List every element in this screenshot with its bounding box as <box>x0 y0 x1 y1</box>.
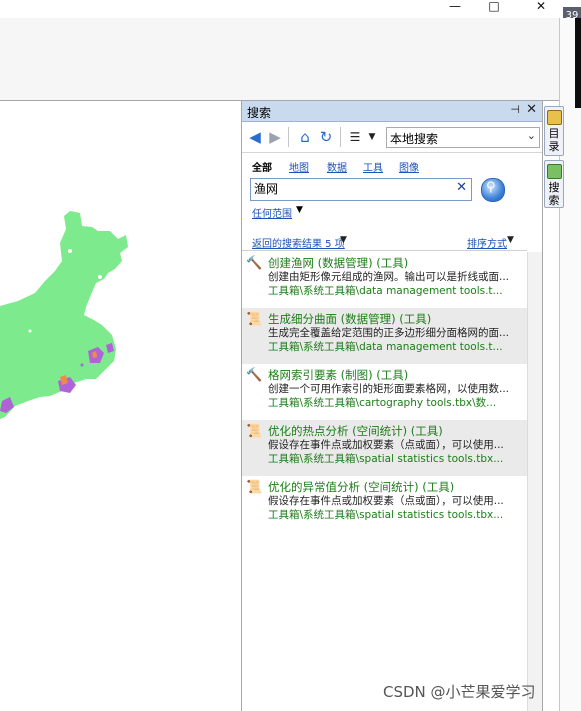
toolbar-separator <box>340 127 341 147</box>
tab-maps[interactable]: 地图 <box>289 159 309 174</box>
tab-data[interactable]: 数据 <box>327 159 347 174</box>
search-pane-titlebar: 搜索 ⊣ ✕ <box>242 101 542 122</box>
result-path: 工具箱\系统工具箱\spatial statistics tools.tbx..… <box>268 509 504 521</box>
home-icon[interactable]: ⌂ <box>296 128 314 146</box>
toolbar-area <box>0 18 560 101</box>
search-tab-icon <box>547 164 562 179</box>
scope-chevron-icon: ▼ <box>296 205 303 215</box>
results-header: 返回的搜索结果 5 项 ▼ 排序方式 ▼ <box>242 232 527 251</box>
forward-arrow-icon[interactable]: ▶ <box>266 128 284 146</box>
script-tool-icon: 📜 <box>246 480 263 495</box>
tab-images[interactable]: 图像 <box>399 159 419 174</box>
search-toolbar: ◀ ▶ ⌂ ↻ ☰ ▼ 本地搜索 ⌄ <box>242 122 542 153</box>
map-canvas <box>0 211 128 419</box>
result-path: 工具箱\系统工具箱\spatial statistics tools.tbx..… <box>268 453 504 465</box>
edge-strip <box>575 18 581 108</box>
result-path: 工具箱\系统工具箱\cartography tools.tbx\数... <box>268 397 497 409</box>
chevron-down-icon: ⌄ <box>526 129 536 142</box>
search-go-button[interactable]: ⚲ <box>481 178 505 202</box>
result-description: 假设存在事件点或加权要素（点或面），可以使用... <box>268 439 504 451</box>
map-speck-1 <box>68 249 72 253</box>
results-list: 🔨 创建渔网 (数据管理) (工具) 创建由矩形像元组成的渔网。输出可以是折线或… <box>242 252 527 532</box>
back-arrow-icon[interactable]: ◀ <box>246 128 264 146</box>
results-count-link[interactable]: 返回的搜索结果 5 项 <box>252 235 345 250</box>
minimize-button[interactable]: — <box>440 0 470 14</box>
result-item[interactable]: 🔨 创建渔网 (数据管理) (工具) 创建由矩形像元组成的渔网。输出可以是折线或… <box>242 252 527 308</box>
result-item[interactable]: 🔨 格网索引要素 (制图) (工具) 创建一个可用作索引的矩形面要素格网，以使用… <box>242 364 527 420</box>
sort-chevron-icon[interactable]: ▼ <box>507 235 514 245</box>
toolbar-separator <box>288 127 289 147</box>
window-titlebar: — □ ✕ <box>0 0 581 14</box>
result-description: 假设存在事件点或加权要素（点或面），可以使用... <box>268 495 504 507</box>
result-path: 工具箱\系统工具箱\data management tools.t... <box>268 341 503 353</box>
search-pane: 搜索 ⊣ ✕ ◀ ▶ ⌂ ↻ ☰ ▼ 本地搜索 ⌄ 全部 地图 数据 工具 图像… <box>241 101 543 711</box>
catalog-side-tab[interactable]: 目录 <box>544 106 564 156</box>
result-description: 创建一个可用作索引的矩形面要素格网，以使用数... <box>268 383 510 395</box>
refresh-icon[interactable]: ↻ <box>317 128 335 146</box>
catalog-tab-label: 目录 <box>548 127 560 153</box>
results-scrollbar[interactable] <box>527 252 542 711</box>
script-tool-icon: 📜 <box>246 424 263 439</box>
result-item[interactable]: 📜 生成细分曲面 (数据管理) (工具) 生成完全覆盖给定范围的正多边形细分面格… <box>242 308 527 364</box>
close-window-button[interactable]: ✕ <box>526 0 556 14</box>
pin-icon[interactable]: ⊣ <box>510 103 520 116</box>
search-location-value: 本地搜索 <box>390 132 439 146</box>
result-path: 工具箱\系统工具箱\data management tools.t... <box>268 285 503 297</box>
result-description: 创建由矩形像元组成的渔网。输出可以是折线或面... <box>268 271 510 283</box>
sort-by-link[interactable]: 排序方式 <box>467 235 507 250</box>
hammer-tool-icon: 🔨 <box>246 256 263 271</box>
search-location-select[interactable]: 本地搜索 ⌄ <box>386 127 540 148</box>
script-tool-icon: 📜 <box>246 312 263 327</box>
result-item[interactable]: 📜 优化的热点分析 (空间统计) (工具) 假设存在事件点或加权要素（点或面），… <box>242 420 527 476</box>
search-box: ✕ <box>250 178 472 201</box>
list-options-icon[interactable]: ☰ <box>346 128 364 146</box>
close-pane-icon[interactable]: ✕ <box>526 102 537 117</box>
map-speck-3 <box>28 329 32 333</box>
scope-dropdown[interactable]: 任何范围 <box>252 205 292 220</box>
map-speck-4 <box>80 363 84 367</box>
tab-all[interactable]: 全部 <box>252 159 272 174</box>
tab-tools[interactable]: 工具 <box>363 159 383 174</box>
result-description: 生成完全覆盖给定范围的正多边形细分面格网的面... <box>268 327 510 339</box>
map-view[interactable] <box>0 101 240 711</box>
watermark: CSDN @小芒果爱学习 <box>383 683 536 701</box>
results-count-chevron-icon[interactable]: ▼ <box>340 235 347 245</box>
options-dropdown-icon[interactable]: ▼ <box>363 128 381 146</box>
result-item[interactable]: 📜 优化的异常值分析 (空间统计) (工具) 假设存在事件点或加权要素（点或面）… <box>242 476 527 532</box>
magnifier-icon: ⚲ <box>486 180 496 195</box>
map-speck-2 <box>98 275 102 279</box>
search-tab-label: 搜索 <box>548 181 560 207</box>
clear-search-icon[interactable]: ✕ <box>456 180 467 195</box>
hammer-tool-icon: 🔨 <box>246 368 263 383</box>
maximize-button[interactable]: □ <box>479 0 509 14</box>
search-side-tab[interactable]: 搜索 <box>544 160 564 208</box>
search-pane-title: 搜索 <box>247 106 272 120</box>
search-input[interactable] <box>254 180 444 197</box>
catalog-icon <box>547 110 562 125</box>
